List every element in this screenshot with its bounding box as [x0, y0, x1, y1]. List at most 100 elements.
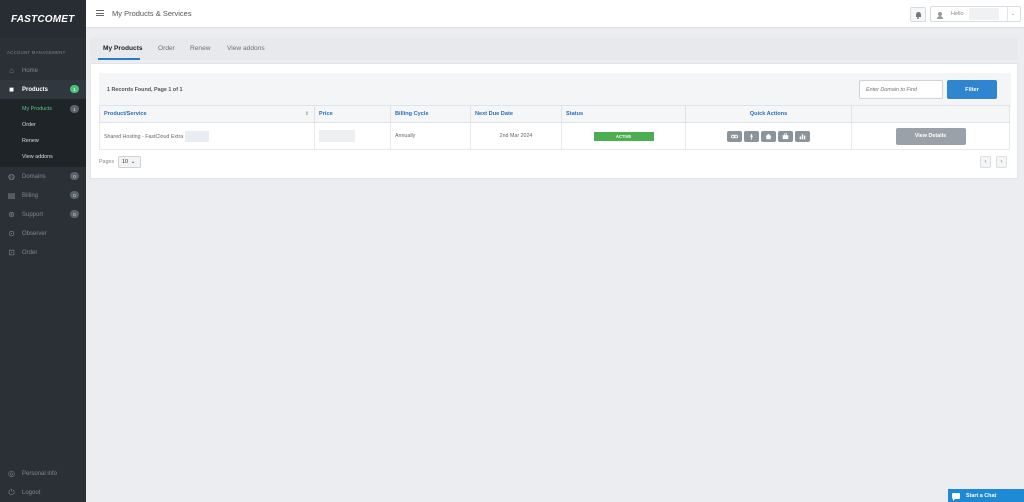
sidebar-item-label: Billing [22, 192, 39, 199]
sidebar-item-label: Home [22, 67, 39, 74]
chart-icon [799, 133, 806, 139]
cell-actions: View Details [851, 122, 1010, 150]
cell-status: ACTIVE [561, 122, 686, 150]
hamburger-menu-icon[interactable] [96, 10, 104, 16]
sidebar-item-support[interactable]: ⊛ Support 0 [0, 205, 86, 224]
sidebar-item-home[interactable]: ⌂ Home [0, 61, 86, 80]
submenu-view-addons[interactable]: View addons [0, 149, 86, 165]
quick-action-home-button[interactable] [761, 130, 776, 142]
page-title: My Products & Services [112, 9, 192, 18]
support-count-badge: 0 [70, 210, 79, 218]
quick-action-link-button[interactable] [727, 130, 742, 142]
briefcase-icon [782, 133, 789, 139]
products-tabs: My Products Order Renew View addons [90, 38, 1018, 60]
sidebar-item-label: Observer [22, 230, 47, 237]
quick-action-rocket-button[interactable] [744, 130, 759, 142]
products-table: Product/Service ⇕ Price Billing Cycle Nex… [99, 105, 1010, 150]
price-redacted [319, 130, 355, 142]
records-count: 1 Records Found, Page 1 of 1 [107, 87, 183, 93]
rocket-icon [750, 132, 753, 140]
submenu-label: View addons [22, 154, 53, 160]
products-submenu: My Products 1 Order Renew View addons [0, 99, 86, 167]
filter-button[interactable]: Filter [947, 80, 997, 99]
sort-icon[interactable]: ⇕ [305, 111, 309, 117]
sidebar: FASTCOMET ACCOUNT MANAGEMENT ⌂ Home ■ Pr… [0, 0, 86, 502]
sidebar-item-personal-info[interactable]: ◎ Personal info [0, 464, 86, 483]
cell-billing-cycle: Annually [390, 122, 471, 150]
link-icon [731, 134, 738, 138]
status-badge: ACTIVE [593, 131, 654, 141]
cell-price [314, 122, 391, 150]
user-icon [937, 12, 943, 19]
submenu-label: Renew [22, 138, 39, 144]
table-toolbar: 1 Records Found, Page 1 of 1 Filter [99, 73, 1011, 107]
sidebar-item-label: Order [22, 249, 38, 256]
sidebar-item-label: Domains [22, 173, 46, 180]
submenu-renew[interactable]: Renew [0, 133, 86, 149]
lifebuoy-icon: ⊛ [8, 210, 15, 219]
products-count-badge: 1 [70, 85, 79, 93]
tab-view-addons[interactable]: View addons [227, 45, 265, 52]
quick-action-briefcase-button[interactable] [778, 130, 793, 142]
sidebar-item-label: Products [22, 86, 49, 93]
chevron-down-icon[interactable]: ⌄ [1006, 7, 1015, 21]
domain-redacted [185, 130, 210, 142]
sidebar-item-logout[interactable]: ⏻ Logout [0, 483, 86, 502]
domains-count-badge: 0 [70, 172, 79, 180]
submenu-label: My Products [22, 106, 52, 112]
column-header-product[interactable]: Product/Service ⇕ [99, 105, 315, 123]
tab-order[interactable]: Order [158, 45, 175, 52]
sidebar-item-billing[interactable]: ▤ Billing 0 [0, 186, 86, 205]
products-card: 1 Records Found, Page 1 of 1 Filter Prod… [90, 63, 1018, 179]
column-header-actions [851, 105, 1010, 123]
view-details-button[interactable]: View Details [895, 127, 966, 145]
submenu-order[interactable]: Order [0, 117, 86, 133]
tab-renew[interactable]: Renew [190, 45, 211, 52]
tab-my-products[interactable]: My Products [103, 45, 143, 52]
sidebar-item-observer[interactable]: ⊙ Observer [0, 224, 86, 243]
sidebar-section-label: ACCOUNT MANAGEMENT [7, 50, 66, 55]
sidebar-item-label: Logout [22, 489, 41, 496]
cell-quick-actions [685, 122, 852, 150]
notifications-button[interactable] [910, 7, 926, 22]
cell-product[interactable]: Shared Hosting - FastCloud Extra [99, 122, 315, 150]
quick-action-stats-button[interactable] [795, 130, 810, 142]
sidebar-item-products[interactable]: ■ Products 1 [0, 80, 86, 99]
home-icon [765, 133, 772, 139]
billing-count-badge: 0 [70, 191, 79, 199]
user-circle-icon: ◎ [8, 469, 15, 478]
box-icon: ■ [9, 85, 14, 94]
chevron-down-icon: ⌄ [130, 159, 136, 165]
prev-page-button[interactable]: ‹ [980, 156, 991, 168]
globe-icon: ◍ [8, 172, 15, 181]
page-size-select[interactable]: 10 ⌄ [118, 156, 141, 168]
top-header: My Products & Services Hello ⌄ [86, 0, 1024, 28]
observer-icon: ⊙ [8, 229, 15, 238]
column-header-status[interactable]: Status [561, 105, 686, 123]
billing-icon: ▤ [7, 191, 16, 200]
chat-bubble-icon [952, 492, 960, 501]
column-header-quick-actions: Quick Actions [685, 105, 852, 123]
sidebar-bottom: ◎ Personal info ⏻ Logout [0, 464, 86, 502]
start-chat-button[interactable]: Start a Chat [948, 489, 1024, 502]
pages-label: Pages [99, 159, 115, 165]
column-header-price[interactable]: Price [314, 105, 391, 123]
sidebar-item-order[interactable]: ⊡ Order [0, 243, 86, 262]
home-icon: ⌂ [9, 66, 14, 75]
my-products-count-badge: 1 [70, 105, 79, 113]
submenu-label: Order [22, 122, 36, 128]
domain-filter-input[interactable] [859, 80, 943, 99]
sidebar-item-domains[interactable]: ◍ Domains 0 [0, 167, 86, 186]
power-icon: ⏻ [8, 487, 15, 497]
sidebar-item-label: Personal info [22, 470, 58, 477]
column-header-billing-cycle[interactable]: Billing Cycle [390, 105, 471, 123]
column-header-next-due-date[interactable]: Next Due Date [470, 105, 562, 123]
bell-icon [915, 12, 921, 19]
user-greeting: Hello [951, 11, 964, 17]
submenu-my-products[interactable]: My Products 1 [0, 101, 86, 117]
next-page-button[interactable]: › [996, 156, 1007, 168]
user-menu-button[interactable]: Hello ⌄ [930, 6, 1021, 22]
table-row[interactable]: Shared Hosting - FastCloud Extra Annuall… [99, 122, 1010, 150]
table-header-row: Product/Service ⇕ Price Billing Cycle Nex… [99, 105, 1010, 123]
fastcomet-logo[interactable]: FASTCOMET [0, 0, 86, 38]
